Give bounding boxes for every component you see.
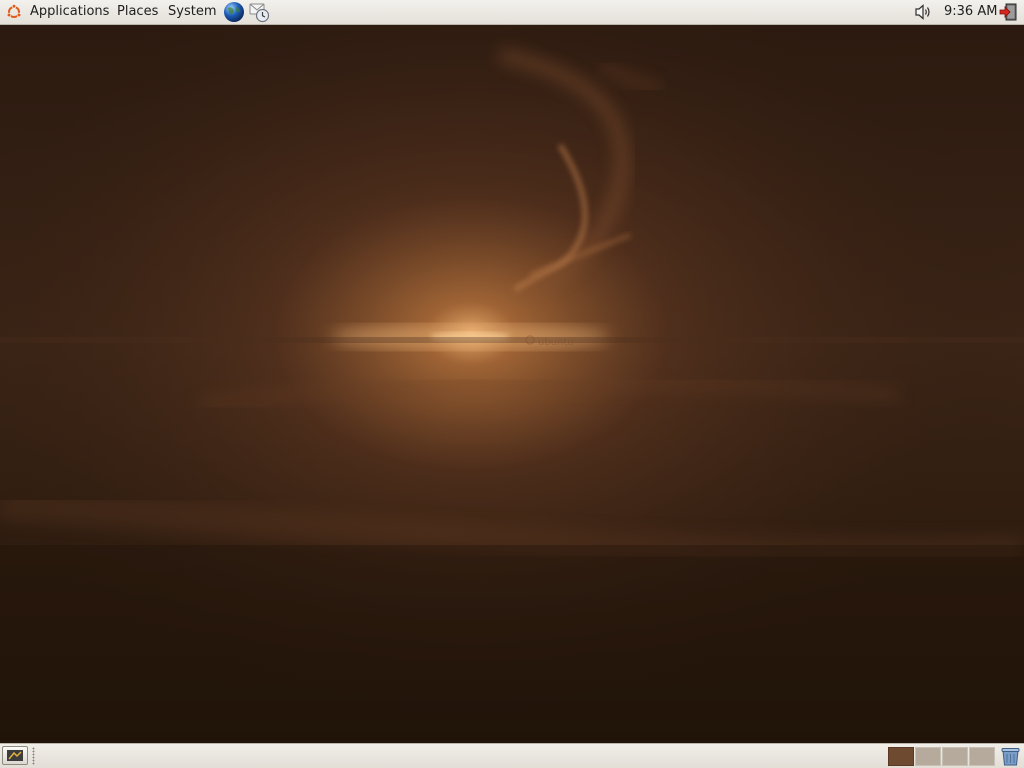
ubuntu-logo-icon[interactable] [6, 4, 22, 20]
workspace-1[interactable] [888, 747, 914, 766]
screen: Applications Places System 9:36 AM ubunt… [0, 0, 1024, 768]
system-menu[interactable]: System [168, 0, 216, 24]
workspace-2[interactable] [915, 747, 941, 766]
firefox-icon[interactable] [223, 1, 245, 23]
desktop: ubuntu [0, 25, 1024, 743]
bottom-panel [0, 743, 1024, 768]
show-desktop-button[interactable] [2, 746, 28, 765]
applications-menu[interactable]: Applications [30, 0, 109, 24]
wallpaper: ubuntu [0, 25, 1024, 743]
top-panel: Applications Places System 9:36 AM [0, 0, 1024, 25]
workspace-3[interactable] [942, 747, 968, 766]
workspace-4[interactable] [969, 747, 995, 766]
logout-icon[interactable] [999, 2, 1019, 22]
trash-icon[interactable] [1000, 746, 1021, 766]
wallpaper-logo-text: ubuntu [538, 337, 574, 348]
clock[interactable]: 9:36 AM [944, 0, 997, 24]
panel-handle[interactable] [32, 747, 35, 765]
show-desktop-icon [7, 750, 23, 761]
places-menu[interactable]: Places [117, 0, 158, 24]
speaker-volume-icon[interactable] [913, 2, 933, 22]
evolution-mail-icon[interactable] [248, 1, 270, 23]
